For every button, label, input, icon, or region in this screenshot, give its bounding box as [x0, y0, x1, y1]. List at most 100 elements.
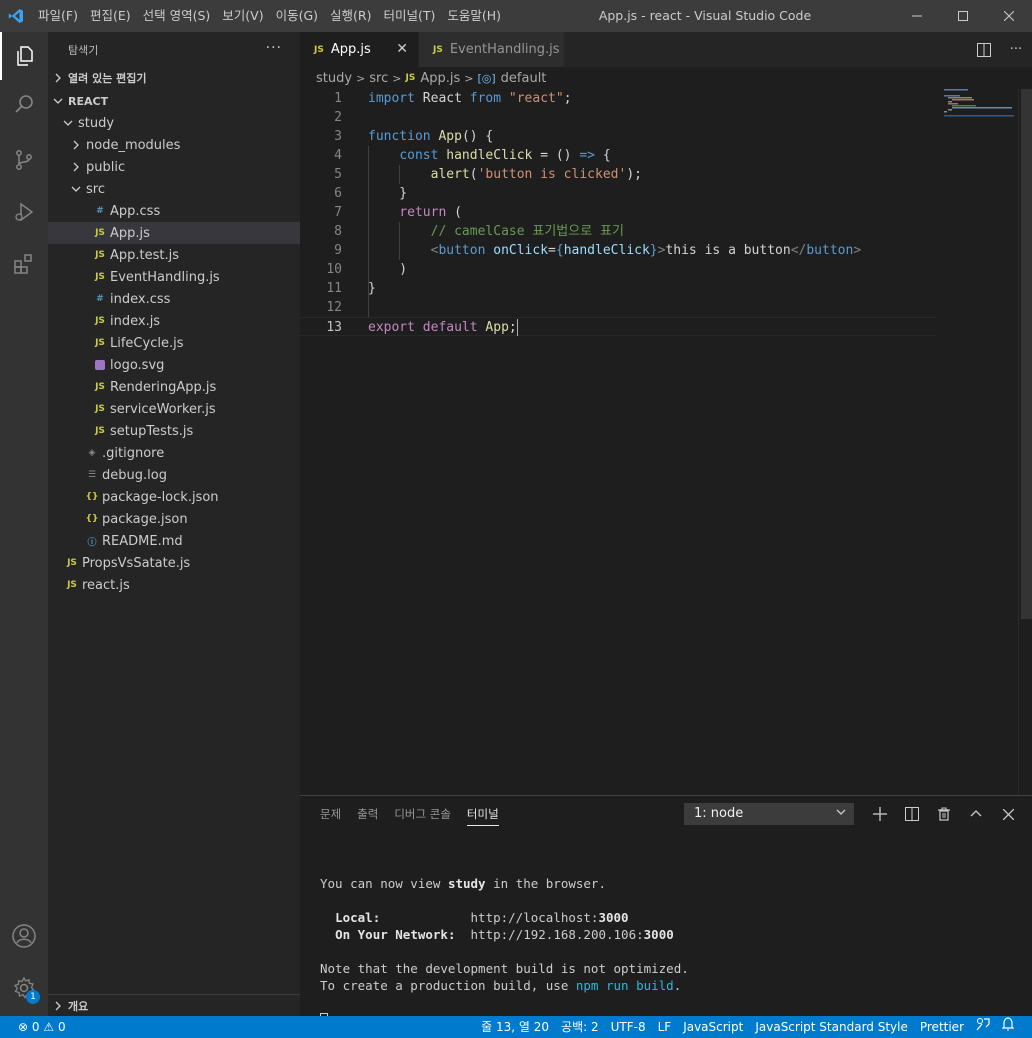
scrollbar-thumb[interactable]: [1021, 89, 1032, 619]
split-terminal-icon[interactable]: [896, 803, 928, 825]
tree-item[interactable]: JS index.js: [48, 310, 300, 332]
tree-item[interactable]: JS App.js: [48, 222, 300, 244]
editor-scrollbar[interactable]: [1018, 89, 1032, 795]
tree-item-label: src: [86, 181, 105, 197]
tab-eventhandling-js[interactable]: JS EventHandling.js: [418, 32, 564, 67]
open-editors-section[interactable]: 열려 있는 편집기: [48, 67, 300, 89]
menu-item[interactable]: 실행(R): [324, 0, 377, 32]
maximize-button[interactable]: [940, 0, 986, 32]
menu-item[interactable]: 이동(G): [270, 0, 324, 32]
indentation[interactable]: 공백: 2: [555, 1016, 605, 1038]
terminal-text: http://192.168.200.106:: [455, 927, 644, 942]
linter-status[interactable]: JavaScript Standard Style: [749, 1016, 914, 1038]
new-terminal-icon[interactable]: [864, 803, 896, 825]
encoding[interactable]: UTF-8: [605, 1016, 652, 1038]
tree-item[interactable]: JS EventHandling.js: [48, 266, 300, 288]
code-line: 9 <button onClick={handleClick}>this is …: [300, 241, 936, 260]
code-token: {: [555, 243, 564, 258]
tree-item[interactable]: # index.css: [48, 288, 300, 310]
notifications-bell-icon[interactable]: [996, 1016, 1020, 1038]
tree-item[interactable]: ⓘ README.md: [48, 530, 300, 552]
run-debug-icon[interactable]: [0, 188, 48, 236]
breadcrumb-item[interactable]: default: [501, 71, 547, 86]
cursor-position[interactable]: 줄 13, 열 20: [475, 1016, 555, 1038]
breadcrumb-item[interactable]: App.js: [420, 71, 460, 86]
tree-item[interactable]: JS PropsVsSatate.js: [48, 552, 300, 574]
tree-item[interactable]: {} package.json: [48, 508, 300, 530]
formatter-status[interactable]: Prettier: [914, 1016, 970, 1038]
source-control-icon[interactable]: [0, 136, 48, 184]
panel-tab[interactable]: 문제: [312, 796, 349, 832]
code-token: }: [368, 281, 376, 296]
tree-item[interactable]: study: [48, 112, 300, 134]
json-file-icon: {}: [85, 514, 99, 524]
title-bar: 파일(F) 편집(E) 선택 영역(S) 보기(V) 이동(G) 실행(R) 터미널(T) 도…: [0, 0, 1032, 32]
breadcrumb: study > src > JS App.js > [◎] default: [300, 67, 1032, 89]
accounts-icon[interactable]: [0, 912, 48, 960]
explorer-icon[interactable]: [0, 32, 48, 80]
code-text: const handleClick = () => {: [368, 146, 610, 165]
menu-item[interactable]: 터미널(T): [378, 0, 442, 32]
tree-item[interactable]: ☰ debug.log: [48, 464, 300, 486]
css-file-icon: #: [96, 206, 104, 216]
extensions-icon[interactable]: [0, 240, 48, 288]
menu-item[interactable]: 선택 영역(S): [137, 0, 217, 32]
svg-file-icon: [95, 360, 105, 370]
minimize-button[interactable]: [894, 0, 940, 32]
terminal-line: On Your Network: http://192.168.200.106:…: [320, 926, 689, 943]
more-actions-icon[interactable]: ···: [266, 40, 282, 56]
search-icon[interactable]: [0, 80, 48, 128]
status-left: ⊗ 0 ⚠ 0: [12, 1016, 72, 1038]
error-icon: ⊗: [18, 1020, 29, 1034]
panel-tab[interactable]: 출력: [349, 796, 386, 832]
chevron-up-icon[interactable]: [960, 803, 992, 825]
menu-item[interactable]: 도움말(H): [441, 0, 507, 32]
tree-item[interactable]: JS serviceWorker.js: [48, 398, 300, 420]
minimap[interactable]: [940, 89, 1018, 149]
more-actions-icon[interactable]: ···: [1000, 42, 1032, 57]
tree-item[interactable]: public: [48, 156, 300, 178]
code-token: ;: [563, 91, 572, 106]
terminal-output[interactable]: You can now view study in the browser. L…: [320, 858, 689, 1029]
language-mode[interactable]: JavaScript: [677, 1016, 749, 1038]
outline-section[interactable]: 개요: [48, 994, 300, 1016]
tree-item[interactable]: ◈ .gitignore: [48, 442, 300, 464]
code-editor[interactable]: 1 import React from "react"; 2 3 function Ap…: [300, 89, 1018, 795]
tree-item[interactable]: node_modules: [48, 134, 300, 156]
breadcrumb-item[interactable]: src: [369, 71, 388, 86]
code-token: button: [806, 243, 854, 258]
menu-item[interactable]: 파일(F): [32, 0, 84, 32]
tree-item[interactable]: # App.css: [48, 200, 300, 222]
end-of-line[interactable]: LF: [652, 1016, 678, 1038]
tab-app-js[interactable]: JS App.js ✕: [300, 32, 418, 67]
problems-status[interactable]: ⊗ 0 ⚠ 0: [12, 1016, 72, 1038]
close-panel-icon[interactable]: [992, 803, 1024, 825]
tree-item[interactable]: JS setupTests.js: [48, 420, 300, 442]
menu-item[interactable]: 편집(E): [84, 0, 137, 32]
breadcrumb-item[interactable]: study: [316, 71, 352, 86]
panel-tab[interactable]: 디버그 콘솔: [386, 796, 459, 832]
tree-item-label: debug.log: [102, 467, 167, 483]
close-window-button[interactable]: [986, 0, 1032, 32]
workspace-section[interactable]: REACT: [48, 90, 300, 112]
code-token: import: [368, 91, 415, 106]
trash-icon[interactable]: [928, 803, 960, 825]
vscode-logo-icon[interactable]: [0, 0, 32, 32]
close-tab-icon[interactable]: ✕: [396, 41, 408, 57]
chevron-right-icon: [68, 162, 84, 172]
feedback-icon[interactable]: [970, 1016, 996, 1038]
tree-item[interactable]: JS react.js: [48, 574, 300, 596]
tree-item[interactable]: JS LifeCycle.js: [48, 332, 300, 354]
tree-item[interactable]: src: [48, 178, 300, 200]
tree-item[interactable]: logo.svg: [48, 354, 300, 376]
tree-item[interactable]: {} package-lock.json: [48, 486, 300, 508]
code-token: from: [469, 91, 502, 106]
tree-item[interactable]: JS RenderingApp.js: [48, 376, 300, 398]
code-line: 3 function App() {: [300, 127, 936, 146]
tree-item[interactable]: JS App.test.js: [48, 244, 300, 266]
terminal-select[interactable]: 1: node: [684, 803, 854, 825]
split-editor-icon[interactable]: [968, 42, 1000, 57]
menu-item[interactable]: 보기(V): [216, 0, 269, 32]
settings-gear-icon[interactable]: 1: [0, 964, 48, 1012]
panel-tab[interactable]: 터미널: [459, 796, 507, 832]
